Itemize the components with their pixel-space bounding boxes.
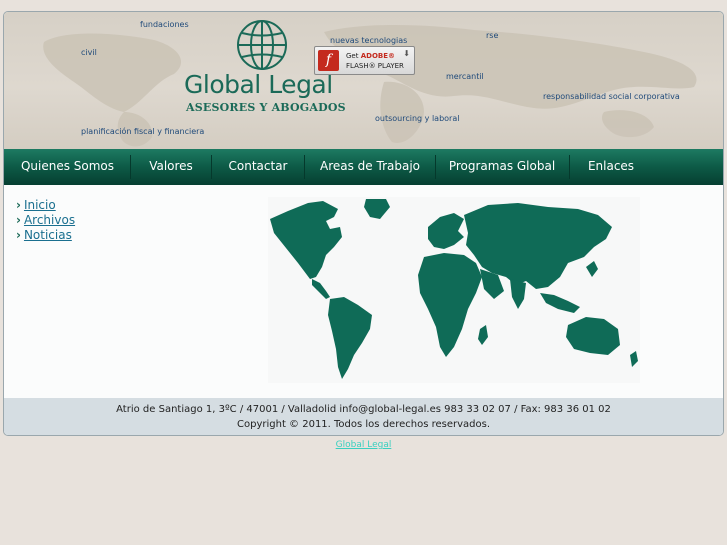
footer: Atrio de Santiago 1, 3ºC / 47001 / Valla… — [4, 398, 723, 435]
nav-enlaces[interactable]: Enlaces — [571, 149, 651, 185]
tag-nuevas-tecnologias: nuevas tecnologias — [330, 36, 408, 45]
logo-title: Global Legal — [184, 70, 333, 99]
chevron-right-icon: › — [16, 213, 21, 227]
tag-outsourcing: outsourcing y laboral — [375, 114, 460, 123]
main-content: › Inicio › Archivos › Noticias — [4, 185, 723, 398]
nav-divider — [211, 155, 212, 179]
sidebar-link-inicio[interactable]: Inicio — [24, 198, 56, 212]
flash-get-label: Get ADOBE® — [346, 52, 396, 60]
flash-player-icon: f — [318, 50, 339, 71]
nav-valores[interactable]: Valores — [132, 149, 210, 185]
footer-copyright: Copyright © 2011. Todos los derechos res… — [237, 419, 490, 430]
page-frame: fundaciones civil nuevas tecnologias rse… — [3, 11, 724, 436]
sidebar-item-archivos: › Archivos — [16, 213, 75, 228]
sidebar-link-archivos[interactable]: Archivos — [24, 213, 75, 227]
tag-responsabilidad: responsabilidad social corporativa — [543, 92, 680, 101]
nav-programas-global[interactable]: Programas Global — [437, 149, 567, 185]
sidebar-link-noticias[interactable]: Noticias — [24, 228, 72, 242]
flash-player-label: FLASH® PLAYER — [346, 62, 404, 70]
nav-contactar[interactable]: Contactar — [213, 149, 303, 185]
download-arrow-icon: ⬇ — [403, 49, 410, 58]
get-flash-player-button[interactable]: f Get ADOBE® FLASH® PLAYER ⬇ — [314, 46, 415, 75]
globe-logo-icon — [237, 20, 287, 70]
tag-fundaciones: fundaciones — [140, 20, 189, 29]
nav-divider — [435, 155, 436, 179]
world-map-image — [268, 197, 640, 383]
header-banner: fundaciones civil nuevas tecnologias rse… — [4, 12, 723, 149]
chevron-right-icon: › — [16, 198, 21, 212]
nav-divider — [304, 155, 305, 179]
nav-quienes-somos[interactable]: Quienes Somos — [16, 149, 119, 185]
nav-areas-de-trabajo[interactable]: Areas de Trabajo — [306, 149, 434, 185]
main-nav: Quienes Somos Valores Contactar Areas de… — [4, 149, 723, 185]
tag-civil: civil — [81, 48, 97, 57]
sidebar-item-inicio: › Inicio — [16, 198, 75, 213]
footer-address: Atrio de Santiago 1, 3ºC / 47001 / Valla… — [116, 404, 611, 415]
tag-rse: rse — [486, 31, 499, 40]
global-legal-link[interactable]: Global Legal — [0, 440, 727, 450]
tag-planificacion: planificación fiscal y financiera — [81, 127, 205, 136]
sidebar-item-noticias: › Noticias — [16, 228, 75, 243]
tag-mercantil: mercantil — [446, 72, 484, 81]
chevron-right-icon: › — [16, 228, 21, 242]
nav-divider — [569, 155, 570, 179]
sidebar-links: › Inicio › Archivos › Noticias — [16, 198, 75, 243]
logo-subtitle: ASESORES Y ABOGADOS — [186, 101, 346, 114]
nav-divider — [130, 155, 131, 179]
